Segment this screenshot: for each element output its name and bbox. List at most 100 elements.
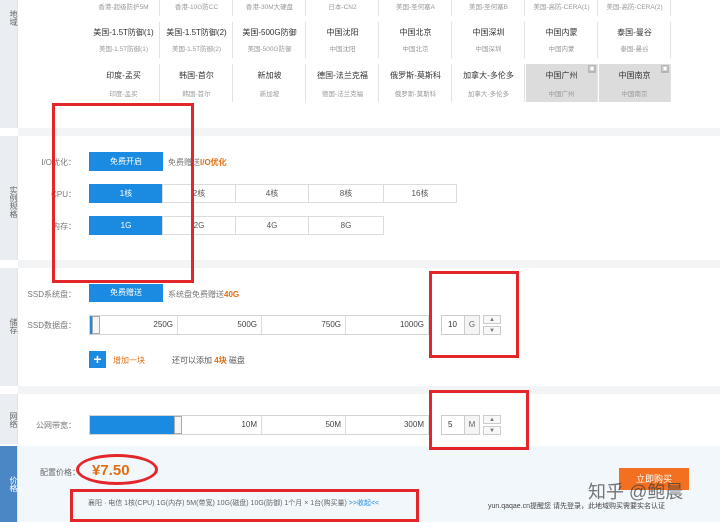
region-cell[interactable]: 美国-圣何塞B bbox=[453, 0, 525, 16]
watermark: 知乎 @鲍晨 bbox=[588, 482, 684, 502]
region-name: 美国-1.5T防御(1) bbox=[93, 28, 154, 37]
region-sub: 印度-孟买 bbox=[109, 91, 138, 98]
region-cell-disabled: 中国南京 中国南京 ▣ bbox=[599, 64, 671, 102]
soldout-icon: ▣ bbox=[588, 65, 596, 73]
region-sub: 加拿大-多伦多 bbox=[467, 91, 510, 98]
region-name: 中国广州 bbox=[545, 71, 578, 80]
section-label-region: 地域 bbox=[9, 10, 18, 26]
soldout-icon: ▣ bbox=[661, 65, 669, 73]
ram-option[interactable]: 4G bbox=[235, 216, 309, 235]
region-name: 加拿大-多伦多 bbox=[463, 71, 514, 80]
region-sub: 中国沈阳 bbox=[329, 46, 356, 53]
region-sub: 香港-30M大硬盘 bbox=[245, 4, 294, 11]
section-region: 地域 bbox=[0, 0, 18, 128]
annotation-box bbox=[429, 390, 529, 450]
region-sub: 美国-圣何塞A bbox=[396, 4, 435, 11]
section-storage: 储存 bbox=[0, 268, 18, 386]
region-cell[interactable]: 俄罗斯-莫斯科 俄罗斯-莫斯科 bbox=[380, 64, 452, 102]
add-disk-button[interactable]: + bbox=[89, 351, 106, 368]
section-network: 网络 bbox=[0, 394, 18, 444]
cpu-option[interactable]: 16核 bbox=[383, 184, 457, 203]
section-spec: 实例规格 bbox=[0, 136, 18, 260]
slider-tick: 750G bbox=[262, 316, 346, 334]
region-cell[interactable]: 中国内蒙 中国内蒙 bbox=[526, 22, 598, 58]
region-cell[interactable]: 中国沈阳 中国沈阳 bbox=[307, 22, 379, 58]
remaining-suffix: 磁盘 bbox=[228, 356, 245, 365]
region-sub: 美国-高防-CERA(2) bbox=[606, 4, 663, 11]
remaining-disks: 还可以添加 4块 磁盘 bbox=[172, 355, 245, 366]
bandwidth-label: 公网带宽： bbox=[36, 421, 76, 430]
region-cell[interactable]: 中国深圳 中国深圳 bbox=[453, 22, 525, 58]
cpu-option[interactable]: 8核 bbox=[308, 184, 384, 203]
ssd-system-button[interactable]: 免费赠送 bbox=[89, 284, 163, 302]
annotation-oval bbox=[76, 454, 158, 485]
region-sub: 中国深圳 bbox=[475, 46, 502, 53]
region-sub: 香港-10G防CC bbox=[174, 4, 219, 11]
region-name: 美国-500G防御 bbox=[242, 28, 297, 37]
region-sub: 中国南京 bbox=[621, 91, 648, 98]
region-cell[interactable]: 新加坡 新加坡 bbox=[234, 64, 306, 102]
region-cell[interactable]: 香港-30M大硬盘 bbox=[234, 0, 306, 16]
slider-tick: 250G bbox=[90, 316, 178, 334]
region-name: 中国沈阳 bbox=[326, 28, 359, 37]
region-cell[interactable]: 美国-500G防御 美国-500G防御 bbox=[234, 22, 306, 58]
region-name: 新加坡 bbox=[257, 71, 282, 80]
region-cell[interactable]: 德国-法兰克福 德国-法兰克福 bbox=[307, 64, 379, 102]
region-sub: 韩国-首尔 bbox=[182, 91, 211, 98]
region-cell[interactable]: 美国-圣何塞A bbox=[380, 0, 452, 16]
region-cell[interactable]: 泰国-曼谷 泰国-曼谷 bbox=[599, 22, 671, 58]
io-note-accent: I/O优化 bbox=[200, 158, 227, 167]
section-label-spec: 实例规格 bbox=[9, 186, 18, 218]
region-sub: 中国北京 bbox=[402, 46, 429, 53]
bandwidth-slider-handle[interactable] bbox=[174, 416, 182, 434]
annotation-box bbox=[429, 271, 519, 358]
region-name: 韩国-首尔 bbox=[179, 71, 214, 80]
cpu-option[interactable]: 4核 bbox=[235, 184, 309, 203]
section-label-network: 网络 bbox=[9, 412, 18, 428]
region-name: 中国深圳 bbox=[472, 28, 505, 37]
bandwidth-slider[interactable]: 10M 50M 300M bbox=[89, 415, 430, 435]
region-name: 中国北京 bbox=[399, 28, 432, 37]
ssd-system-label: SSD系统盘： bbox=[27, 290, 76, 299]
annotation-box bbox=[70, 489, 419, 522]
region-name: 印度-孟买 bbox=[106, 71, 141, 80]
region-sub: 香港-超级防护5M bbox=[98, 4, 149, 11]
slider-tick: 500G bbox=[178, 316, 262, 334]
region-sub: 新加坡 bbox=[259, 91, 280, 98]
region-cell[interactable]: 日本-CN2 bbox=[307, 0, 379, 16]
section-label-storage: 储存 bbox=[9, 318, 18, 334]
region-name: 泰国-曼谷 bbox=[617, 28, 652, 37]
region-cell[interactable]: 中国北京 中国北京 bbox=[380, 22, 452, 58]
region-name: 德国-法兰克福 bbox=[317, 71, 368, 80]
ssd-system-note-accent: 40G bbox=[224, 290, 240, 299]
region-sub: 日本-CN2 bbox=[328, 4, 357, 11]
region-cell[interactable]: 美国-高防-CERA(2) bbox=[599, 0, 671, 16]
ssd-data-slider-handle[interactable] bbox=[92, 316, 100, 334]
region-cell[interactable]: 香港-10G防CC bbox=[161, 0, 233, 16]
ssd-system-note-text: 系统盘免费赠送 bbox=[168, 290, 224, 299]
region-cell[interactable]: 美国-1.5T防御(2) 美国-1.5T防御(2) bbox=[161, 22, 233, 58]
region-cell[interactable]: 美国-高防-CERA(1) bbox=[526, 0, 598, 16]
ssd-data-label: SSD数据盘： bbox=[27, 321, 76, 330]
region-sub: 中国内蒙 bbox=[548, 46, 575, 53]
slider-tick: 1000G bbox=[346, 316, 429, 334]
region-sub: 美国-1.5T防御(1) bbox=[98, 46, 149, 53]
region-sub: 美国-500G防御 bbox=[247, 46, 292, 53]
slider-tick: 50M bbox=[262, 416, 346, 434]
region-cell[interactable]: 香港-超级防护5M bbox=[88, 0, 160, 16]
ram-option[interactable]: 8G bbox=[308, 216, 384, 235]
region-sub: 德国-法兰克福 bbox=[321, 91, 364, 98]
region-name: 中国内蒙 bbox=[545, 28, 578, 37]
region-name: 中国南京 bbox=[618, 71, 651, 80]
region-sub: 泰国-曼谷 bbox=[620, 46, 649, 53]
ssd-system-note: 系统盘免费赠送40G bbox=[168, 289, 239, 300]
add-disk-label[interactable]: 增加一块 bbox=[113, 355, 145, 366]
region-cell-disabled: 中国广州 中国广州 ▣ bbox=[526, 64, 598, 102]
region-cell[interactable]: 加拿大-多伦多 加拿大-多伦多 bbox=[453, 64, 525, 102]
region-sub: 美国-高防-CERA(1) bbox=[533, 4, 590, 11]
region-cell[interactable]: 美国-1.5T防御(1) 美国-1.5T防御(1) bbox=[88, 22, 160, 58]
region-cell[interactable]: 印度-孟买 印度-孟买 bbox=[88, 64, 160, 102]
region-name: 俄罗斯-莫斯科 bbox=[390, 71, 441, 80]
ssd-data-slider[interactable]: 250G 500G 750G 1000G bbox=[89, 315, 430, 335]
region-cell[interactable]: 韩国-首尔 韩国-首尔 bbox=[161, 64, 233, 102]
